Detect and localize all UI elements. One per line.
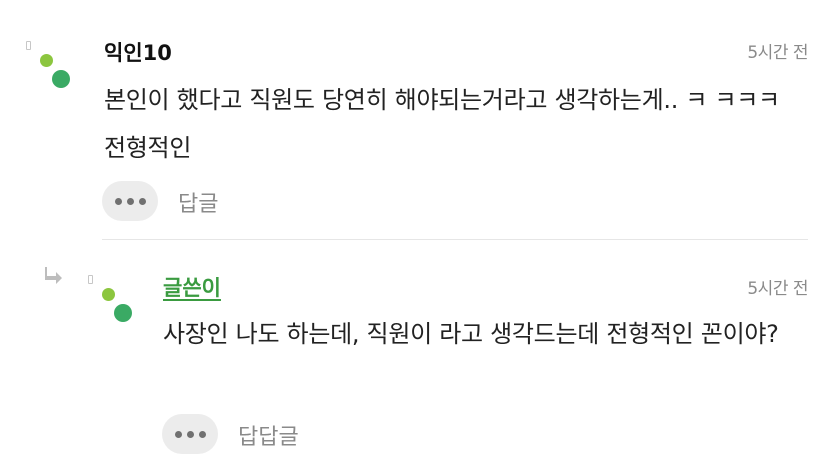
reply-arrow-icon [45,267,62,284]
more-dots-icon [174,430,182,438]
reply-button[interactable]: 답글 [178,186,218,218]
more-dots-icon [114,197,122,205]
comment-nickname[interactable]: 익인10 [104,37,172,67]
comment-time: 5시간 전 [747,279,808,299]
comment-item: 익인10 5시간 전 본인이 했다고 직원도 당연히 해야되는거라고 생각하는게… [0,0,828,240]
more-options-button[interactable] [102,181,158,221]
avatar[interactable] [86,270,146,340]
reply-button[interactable]: 답답글 [238,419,299,451]
avatar[interactable] [24,36,84,106]
reply-comment-item: 글쓴이 5시간 전 사장인 나도 하는데, 직원이 라고 생각드는데 전형적인 … [0,240,828,471]
avatar-dot-dark-icon [52,70,70,88]
avatar-dot-light-icon [40,54,53,67]
avatar-dot-light-icon [102,288,115,301]
avatar-square-icon [26,41,31,50]
author-nickname[interactable]: 글쓴이 [163,272,221,302]
avatar-square-icon [88,275,93,284]
comment-text: 본인이 했다고 직원도 당연히 해야되는거라고 생각하는게.. ㅋ ㅋㅋㅋ 전형… [104,86,780,162]
more-options-button[interactable] [162,414,218,454]
comment-text: 사장인 나도 하는데, 직원이 라고 생각드는데 전형적인 꼰이야? [163,320,779,348]
avatar-dot-dark-icon [114,304,132,322]
comment-time: 5시간 전 [747,43,808,63]
